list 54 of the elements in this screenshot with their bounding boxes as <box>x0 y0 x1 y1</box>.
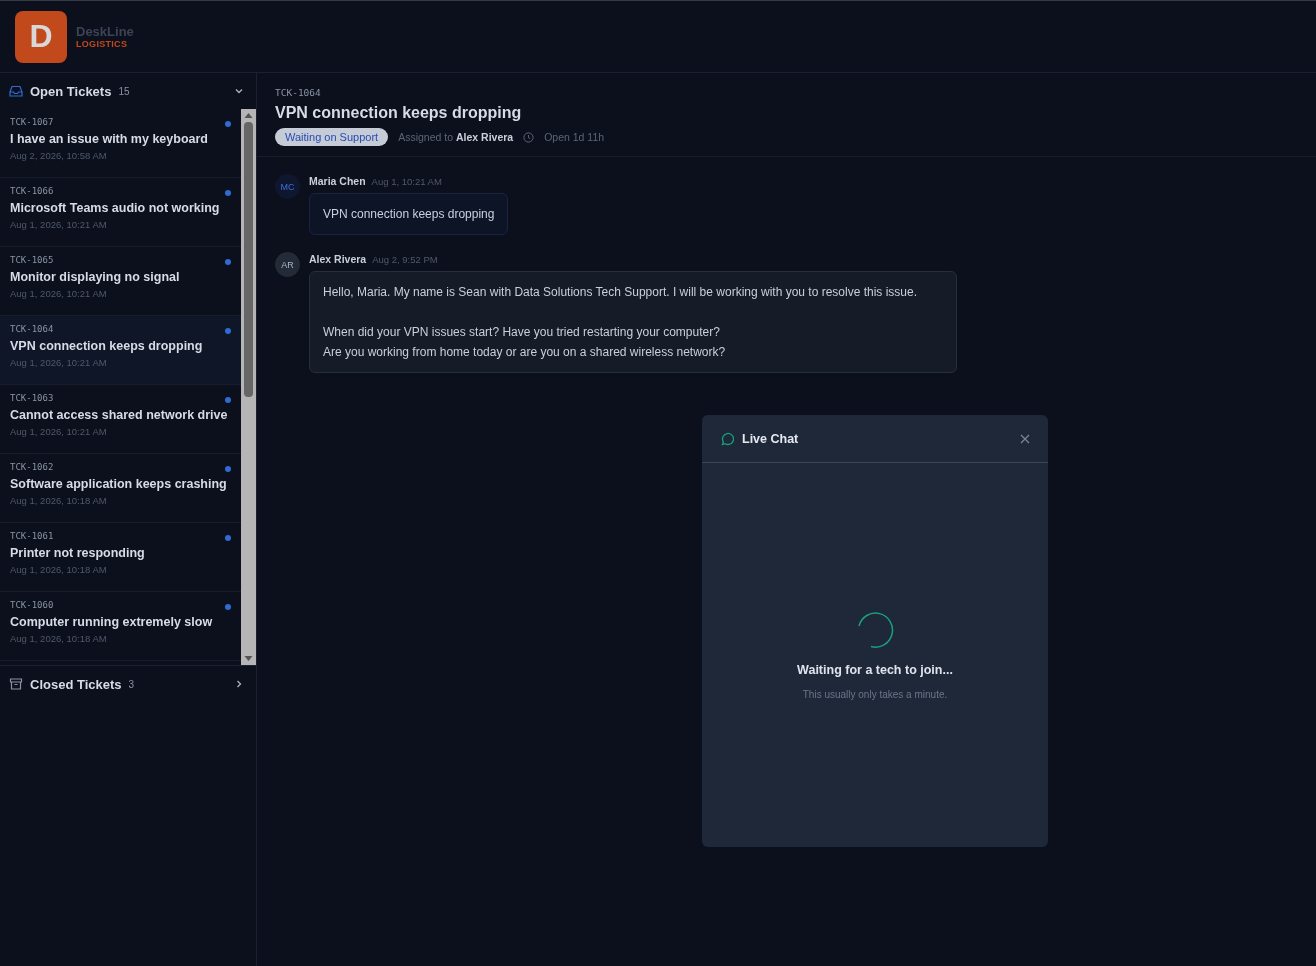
section-title[interactable]: Closed Tickets <box>30 676 122 692</box>
author-name: Alex Rivera <box>309 253 367 265</box>
message-bubble: VPN connection keeps dropping <box>309 193 509 235</box>
brand-name: DeskLine <box>76 24 134 39</box>
chat-bubble-icon <box>720 431 734 446</box>
ticket-title: Monitor displaying no signal <box>10 269 181 285</box>
ticket-title: Cannot access shared network drive <box>10 407 229 423</box>
ticket-date: Aug 1, 2026, 10:18 AM <box>10 564 108 575</box>
ticket-id: TCK-1065 <box>10 255 55 265</box>
ticket-title: Printer not responding <box>10 545 146 561</box>
ticket-date: Aug 1, 2026, 10:18 AM <box>10 495 108 506</box>
ticket-title: Microsoft Teams audio not working <box>10 200 221 216</box>
loading-spinner-icon <box>856 611 894 649</box>
ticket-date: Aug 1, 2026, 10:21 AM <box>10 219 108 230</box>
waiting-message: Waiting for a tech to join... <box>797 663 953 677</box>
ticket-title: I have an issue with my keyboard <box>10 131 209 147</box>
ticket-date: Aug 1, 2026, 10:18 AM <box>10 633 108 644</box>
ticket-title: VPN connection keeps dropping <box>10 338 204 354</box>
assignee-text: Assigned to Alex Rivera <box>398 131 514 143</box>
logo-icon: D <box>15 10 67 63</box>
ticket-id: TCK-1062 <box>10 462 55 472</box>
chat-title: Live Chat <box>742 431 799 446</box>
ticket-title: Software application keeps crashing <box>10 476 228 492</box>
ticket-id: TCK-1063 <box>10 393 55 403</box>
archive-icon <box>9 678 23 690</box>
ticket-title: Computer running extremely slow <box>10 614 214 630</box>
ticket-id: TCK-1066 <box>10 186 55 196</box>
clock-icon <box>523 131 535 143</box>
ticket-count: 15 <box>118 85 130 97</box>
ticket-date: Aug 1, 2026, 10:21 AM <box>10 426 108 437</box>
author-name: Maria Chen <box>309 175 366 187</box>
section-title[interactable]: Open Tickets <box>30 83 112 99</box>
ticket-heading: VPN connection keeps dropping <box>275 104 523 122</box>
avatar: AR <box>275 252 300 277</box>
waiting-hint: This usually only takes a minute. <box>802 689 948 700</box>
avatar: MC <box>275 174 300 199</box>
open-duration: Open 1d 11h <box>544 131 605 143</box>
close-icon[interactable] <box>1020 433 1030 444</box>
ticket-id: TCK-1064 <box>275 87 322 98</box>
ticket-date: Aug 1, 2026, 10:21 AM <box>10 357 108 368</box>
ticket-id: TCK-1061 <box>10 531 55 541</box>
ticket-count: 3 <box>128 678 135 690</box>
ticket-id: TCK-1060 <box>10 600 55 610</box>
inbox-icon <box>9 85 23 97</box>
ticket-id: TCK-1064 <box>10 324 55 334</box>
ticket-id: TCK-1067 <box>10 117 55 127</box>
ticket-date: Aug 2, 2026, 10:58 AM <box>10 150 108 161</box>
ticket-item[interactable]: TCK-1064 VPN connection keeps dropping Aug 1, 2026, 10:21 AM <box>0 316 241 385</box>
ticket-date: Aug 1, 2026, 10:21 AM <box>10 288 108 299</box>
brand-tagline: LOGISTICS <box>76 39 129 49</box>
message-time: Aug 2, 9:52 PM <box>372 254 438 265</box>
message-bubble: Hello, Maria. My name is Sean with Data Solutions Tech Support. I will be working with you to resolve this issue. When did your VPN issues start? Have you tried restarting your computer? Are you working from home today or are you on a shared wireless network? <box>309 271 957 373</box>
message-time: Aug 1, 10:21 AM <box>371 176 442 187</box>
status-badge: Waiting on Support <box>275 128 389 146</box>
